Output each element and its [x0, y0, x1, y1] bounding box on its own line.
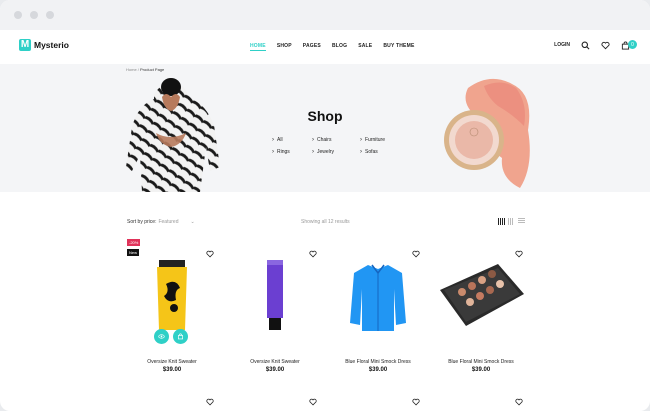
chevron-right-icon: › [272, 137, 274, 143]
grid-view-icon[interactable] [498, 218, 505, 225]
product-price: $39.00 [471, 367, 491, 373]
nav-item-buy-theme[interactable]: BUY THEME [383, 43, 414, 51]
heart-icon[interactable] [412, 393, 420, 406]
sort-label: Sort by price: [127, 219, 157, 225]
breadcrumb: Home / Product Page [126, 67, 164, 72]
chevron-right-icon: › [272, 149, 274, 155]
nav-item-blog[interactable]: BLOG [332, 43, 347, 51]
discount-badge: -20% [127, 239, 141, 246]
product-card[interactable]: Blue Floral Mini Smock Dress $39.00 [431, 237, 531, 377]
category-label: Rings [277, 149, 290, 155]
product-card[interactable] [225, 390, 325, 406]
search-icon[interactable] [580, 40, 590, 50]
nav-item-home[interactable]: HOME [250, 43, 266, 51]
category-label: Sofas [365, 149, 378, 155]
view-switcher [498, 218, 525, 225]
product-grid-row-partial [122, 390, 532, 406]
main-nav: HOME SHOP PAGES BLOG SALE BUY THEME [250, 43, 414, 51]
nav-item-sale[interactable]: SALE [358, 43, 372, 51]
site-header: M Mysterio HOME SHOP PAGES BLOG SALE BUY… [0, 30, 650, 64]
heart-icon[interactable] [600, 40, 610, 50]
breadcrumb-current: Product Page [140, 67, 165, 72]
grid-view-icon[interactable] [508, 218, 515, 225]
product-price: $39.00 [368, 367, 388, 373]
add-to-cart-button[interactable] [173, 329, 188, 344]
product-card[interactable]: Oversize Knit Sweater $39.00 [225, 237, 325, 377]
chevron-right-icon: › [312, 149, 314, 155]
quick-view-button[interactable] [154, 329, 169, 344]
category-link-all[interactable]: › All [272, 137, 312, 143]
results-count: Showing all 12 results [301, 219, 350, 225]
bag-icon [178, 333, 183, 340]
shop-hero-banner: Home / Product Page Shop › All › Chairs › F… [0, 64, 650, 192]
logo-text: Mysterio [34, 40, 69, 50]
chevron-right-icon: › [360, 137, 362, 143]
category-label: All [277, 137, 283, 143]
product-name[interactable]: Oversize Knit Sweater [122, 359, 222, 365]
logo[interactable]: M Mysterio [19, 39, 69, 51]
nav-item-shop[interactable]: SHOP [277, 43, 292, 51]
chevron-right-icon: › [312, 137, 314, 143]
logo-mark: M [19, 39, 31, 51]
quick-actions [154, 329, 188, 344]
sort-select[interactable]: Sort by price: Featured ⌄ [127, 219, 195, 225]
login-link[interactable]: LOGIN [554, 42, 570, 48]
eye-icon [158, 334, 165, 339]
heart-icon[interactable] [412, 245, 420, 258]
nav-item-pages[interactable]: PAGES [303, 43, 321, 51]
breadcrumb-home[interactable]: Home [126, 67, 137, 72]
chevron-right-icon: › [360, 149, 362, 155]
heart-icon[interactable] [515, 245, 523, 258]
product-card[interactable] [431, 390, 531, 406]
heart-icon[interactable] [515, 393, 523, 406]
category-link-rings[interactable]: › Rings [272, 149, 312, 155]
category-label: Chairs [317, 137, 332, 143]
hero-compact-powder-image [444, 78, 530, 188]
product-name[interactable]: Blue Floral Mini Smock Dress [328, 359, 428, 365]
product-card[interactable] [122, 390, 222, 406]
heart-icon[interactable] [309, 393, 317, 406]
heart-icon[interactable] [206, 393, 214, 406]
product-price: $39.00 [265, 367, 285, 373]
chevron-down-icon: ⌄ [190, 219, 195, 225]
category-links: › All › Chairs › Furniture › Rings › Jewelry … [272, 137, 408, 155]
product-price: $39.00 [162, 367, 182, 373]
category-link-chairs[interactable]: › Chairs [312, 137, 360, 143]
category-label: Furniture [365, 137, 386, 143]
category-link-jewelry[interactable]: › Jewelry [312, 149, 360, 155]
product-grid: -20% New Oversize Knit Sweater $39.00 Ov… [122, 237, 532, 377]
window-control-dot[interactable] [46, 11, 54, 19]
list-view-icon[interactable] [518, 218, 525, 225]
category-link-furniture[interactable]: › Furniture [360, 137, 408, 143]
window-control-dot[interactable] [14, 11, 22, 19]
heart-icon[interactable] [206, 245, 214, 258]
hero-model-image [126, 78, 220, 192]
cart-icon[interactable]: 0 [620, 40, 637, 50]
product-card[interactable]: -20% New Oversize Knit Sweater $39.00 [122, 237, 222, 377]
cart-count-badge: 0 [628, 40, 637, 49]
new-badge: New [127, 249, 140, 256]
product-card[interactable]: Blue Floral Mini Smock Dress $39.00 [328, 237, 428, 377]
category-label: Jewelry [317, 149, 334, 155]
window-titlebar [0, 0, 650, 30]
product-toolbar: Sort by price: Featured ⌄ Showing all 12 r… [127, 218, 525, 228]
sort-value: Featured [158, 219, 179, 225]
page-title: Shop [307, 108, 343, 124]
browser-window: M Mysterio HOME SHOP PAGES BLOG SALE BUY… [0, 0, 650, 411]
product-card[interactable] [328, 390, 428, 406]
product-name[interactable]: Oversize Knit Sweater [225, 359, 325, 365]
window-control-dot[interactable] [30, 11, 38, 19]
product-name[interactable]: Blue Floral Mini Smock Dress [431, 359, 531, 365]
category-link-sofas[interactable]: › Sofas [360, 149, 408, 155]
heart-icon[interactable] [309, 245, 317, 258]
header-actions: LOGIN 0 [554, 40, 637, 50]
